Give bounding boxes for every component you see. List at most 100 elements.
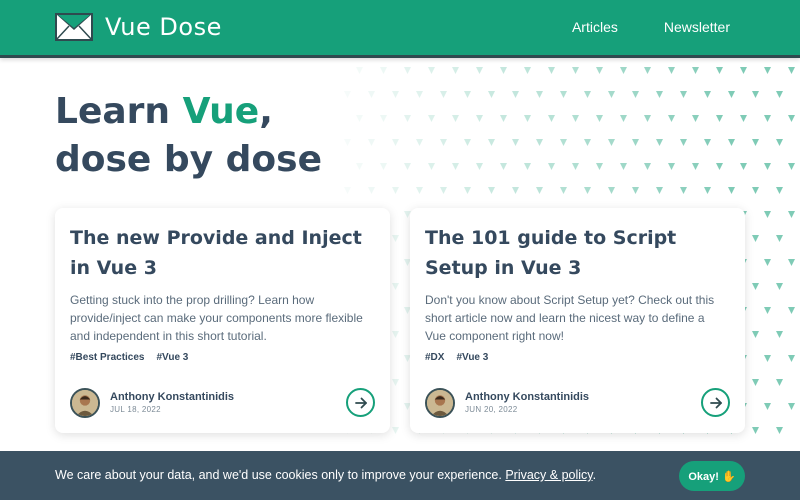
pattern-triangle xyxy=(404,67,411,74)
tag[interactable]: #Vue 3 xyxy=(456,352,488,363)
avatar xyxy=(70,388,100,418)
pattern-triangle xyxy=(512,139,519,146)
pattern-triangle xyxy=(704,187,711,194)
envelope-logo-icon xyxy=(55,13,93,41)
publish-date: JUN 20, 2022 xyxy=(465,405,518,414)
tag[interactable]: #Vue 3 xyxy=(157,352,189,363)
pattern-triangle xyxy=(356,163,363,170)
pattern-triangle xyxy=(668,115,675,122)
pattern-triangle xyxy=(752,331,759,338)
pattern-triangle xyxy=(368,91,375,98)
accept-cookies-button[interactable]: Okay! ✋ xyxy=(679,461,745,491)
pattern-triangle xyxy=(668,67,675,74)
cookie-text: We care about your data, and we'd use co… xyxy=(55,468,597,482)
pattern-triangle xyxy=(572,115,579,122)
publish-date: JUL 18, 2022 xyxy=(110,405,161,414)
nav-articles[interactable]: Articles xyxy=(572,19,618,35)
pattern-triangle xyxy=(764,307,771,314)
read-more-button[interactable] xyxy=(346,388,375,417)
tag[interactable]: #Best Practices xyxy=(70,352,145,363)
article-card[interactable]: The new Provide and Inject in Vue 3 Gett… xyxy=(55,208,390,433)
pattern-triangle xyxy=(476,67,483,74)
pattern-triangle xyxy=(488,187,495,194)
pattern-triangle xyxy=(656,187,663,194)
author: Anthony Konstantinidis JUL 18, 2022 xyxy=(70,388,234,418)
author-name: Anthony Konstantinidis xyxy=(110,391,235,403)
pattern-triangle xyxy=(788,355,795,362)
pattern-triangle xyxy=(440,139,447,146)
card-tags: #Best Practices #Vue 3 xyxy=(70,352,188,363)
pattern-triangle xyxy=(584,187,591,194)
pattern-triangle xyxy=(788,259,795,266)
pattern-triangle xyxy=(740,115,747,122)
pattern-triangle xyxy=(392,139,399,146)
pattern-triangle xyxy=(404,115,411,122)
pattern-triangle xyxy=(764,163,771,170)
pattern-triangle xyxy=(764,259,771,266)
pattern-triangle xyxy=(776,427,783,434)
read-more-button[interactable] xyxy=(701,388,730,417)
pattern-triangle xyxy=(392,235,399,242)
pattern-triangle xyxy=(776,331,783,338)
pattern-triangle xyxy=(644,115,651,122)
pattern-triangle xyxy=(632,91,639,98)
pattern-triangle xyxy=(524,67,531,74)
pattern-triangle xyxy=(392,91,399,98)
pattern-triangle xyxy=(608,139,615,146)
pattern-triangle xyxy=(548,163,555,170)
privacy-policy-link[interactable]: Privacy & policy xyxy=(505,468,592,482)
pattern-triangle xyxy=(500,163,507,170)
pattern-triangle xyxy=(368,187,375,194)
card-title[interactable]: The new Provide and Inject in Vue 3 xyxy=(70,223,375,283)
pattern-triangle xyxy=(380,115,387,122)
pattern-triangle xyxy=(572,163,579,170)
pattern-triangle xyxy=(764,67,771,74)
pattern-triangle xyxy=(764,211,771,218)
nav-newsletter[interactable]: Newsletter xyxy=(664,19,730,35)
pattern-triangle xyxy=(428,115,435,122)
author: Anthony Konstantinidis JUN 20, 2022 xyxy=(425,388,589,418)
pattern-triangle xyxy=(752,187,759,194)
pattern-triangle xyxy=(392,187,399,194)
article-card[interactable]: The 101 guide to Script Setup in Vue 3 D… xyxy=(410,208,745,433)
tag[interactable]: #DX xyxy=(425,352,444,363)
logo[interactable]: Vue Dose xyxy=(55,12,222,42)
pattern-triangle xyxy=(464,187,471,194)
pattern-triangle xyxy=(644,67,651,74)
pattern-triangle xyxy=(728,91,735,98)
pattern-triangle xyxy=(656,139,663,146)
pattern-triangle xyxy=(512,187,519,194)
pattern-triangle xyxy=(752,235,759,242)
pattern-triangle xyxy=(692,67,699,74)
pattern-triangle xyxy=(344,139,351,146)
pattern-triangle xyxy=(596,67,603,74)
pattern-triangle xyxy=(788,163,795,170)
pattern-triangle xyxy=(680,139,687,146)
pattern-triangle xyxy=(416,139,423,146)
pattern-triangle xyxy=(644,163,651,170)
pattern-triangle xyxy=(620,67,627,74)
pattern-triangle xyxy=(476,115,483,122)
pattern-triangle xyxy=(764,403,771,410)
cookie-banner: We care about your data, and we'd use co… xyxy=(0,451,800,500)
pattern-triangle xyxy=(776,139,783,146)
pattern-triangle xyxy=(716,67,723,74)
pattern-triangle xyxy=(368,139,375,146)
pattern-triangle xyxy=(788,403,795,410)
pattern-triangle xyxy=(392,283,399,290)
pattern-triangle xyxy=(680,91,687,98)
pattern-triangle xyxy=(500,115,507,122)
pattern-triangle xyxy=(548,67,555,74)
pattern-triangle xyxy=(620,115,627,122)
site-header: Vue Dose Articles Newsletter xyxy=(0,0,800,58)
pattern-triangle xyxy=(464,91,471,98)
pattern-triangle xyxy=(692,163,699,170)
pattern-triangle xyxy=(380,67,387,74)
pattern-triangle xyxy=(728,187,735,194)
pattern-triangle xyxy=(536,91,543,98)
pattern-triangle xyxy=(776,187,783,194)
pattern-triangle xyxy=(392,331,399,338)
brand-name: Vue Dose xyxy=(105,13,222,41)
card-title[interactable]: The 101 guide to Script Setup in Vue 3 xyxy=(425,223,730,283)
author-name: Anthony Konstantinidis xyxy=(465,391,590,403)
